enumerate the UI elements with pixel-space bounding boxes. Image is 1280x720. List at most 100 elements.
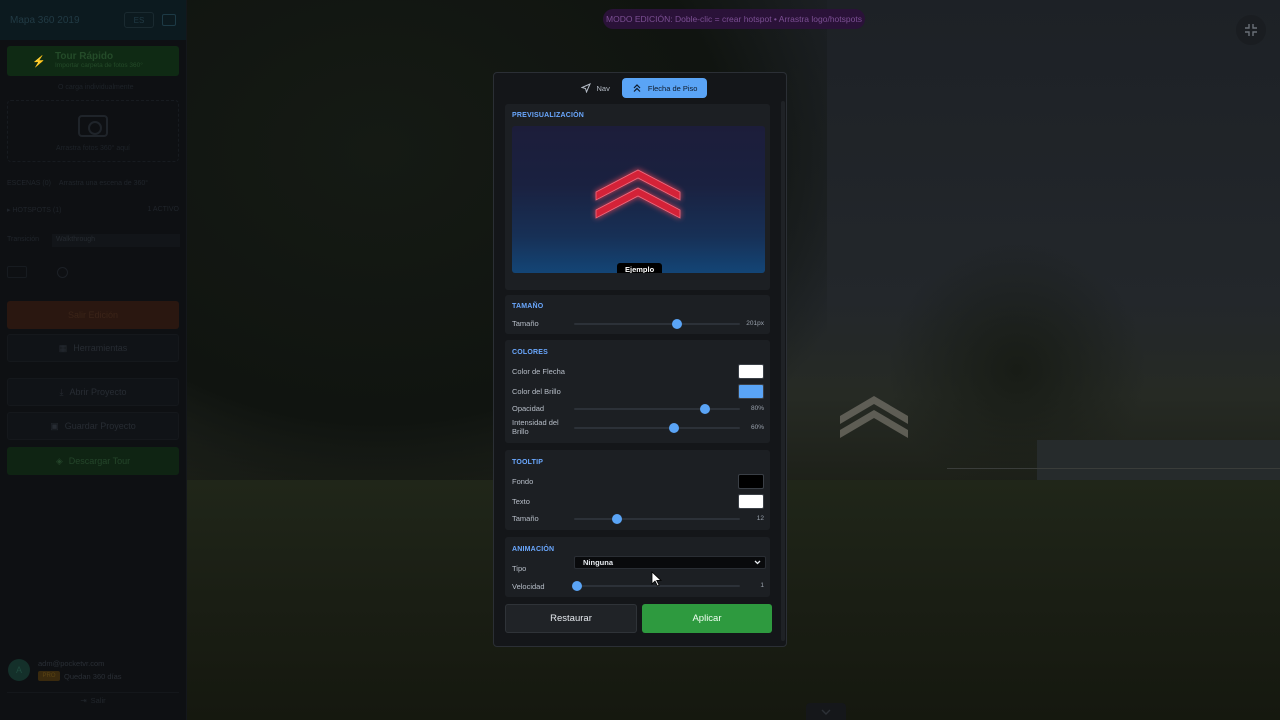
- sidebar-icon-row: [7, 266, 179, 280]
- edit-mode-banner: MODO EDICIÓN: Doble-clic = crear hotspot…: [603, 9, 865, 29]
- folder-hint: O carga individualmente: [58, 84, 134, 91]
- save-project-button[interactable]: ▣ Guardar Proyecto: [7, 412, 179, 440]
- intensity-slider-thumb[interactable]: [668, 423, 679, 433]
- intensity-label: Intensidad del Brillo: [512, 418, 559, 436]
- colors-title: COLORES: [512, 349, 549, 356]
- user-email: adm@pocketvr.com: [38, 659, 105, 668]
- tab-floor-arrow[interactable]: Flecha de Piso: [621, 78, 708, 98]
- tooltip-section: TOOLTIP Fondo Texto Tamaño 12: [505, 450, 770, 530]
- reset-button[interactable]: Restaurar: [505, 604, 637, 633]
- tooltip-bg-swatch[interactable]: [738, 474, 764, 489]
- arrow-preview: Ejemplo: [512, 126, 765, 273]
- mouse-cursor-icon: [651, 571, 663, 587]
- opacity-slider-thumb[interactable]: [700, 404, 711, 414]
- opacity-value: 80%: [750, 405, 764, 412]
- lightning-icon: ⚡: [32, 56, 46, 68]
- size-value: 201px: [746, 320, 764, 327]
- modal-scrollbar[interactable]: [781, 101, 785, 641]
- download-tour-label: Descargar Tour: [68, 456, 131, 466]
- scenes-header: ESCENAS (0) Arrastra una escena de 360°: [7, 180, 179, 187]
- colors-section: COLORES Color de Flecha Color del Brillo…: [505, 340, 770, 443]
- opacity-label: Opacidad: [512, 404, 545, 413]
- hotspots-header[interactable]: ▸ HOTSPOTS (1) 1 ACTIVO: [7, 206, 179, 214]
- navigation-icon: [580, 83, 591, 93]
- animation-speed-slider-thumb[interactable]: [572, 581, 583, 591]
- quick-tour-subtitle: Importar carpeta de fotos 360°: [55, 62, 143, 69]
- size-label: Tamaño: [512, 319, 539, 328]
- tools-label: Herramientas: [73, 343, 128, 353]
- tooltip-size-value: 12: [756, 515, 764, 522]
- animation-section: ANIMACIÓN Tipo Ninguna Velocidad 1: [505, 537, 770, 597]
- lock-icon[interactable]: [7, 266, 27, 278]
- animation-type-select[interactable]: Ninguna: [574, 556, 766, 569]
- preview-section: PREVISUALIZACIÓN Ejemplo: [505, 104, 770, 290]
- open-project-button[interactable]: ⤓ Abrir Proyecto: [7, 378, 179, 406]
- chevrons-up-icon: [633, 84, 641, 92]
- chevron-down-icon: [754, 560, 761, 565]
- tooltip-title: TOOLTIP: [512, 459, 544, 466]
- upload-dropzone[interactable]: Arrastra fotos 360° aquí: [7, 100, 179, 162]
- open-project-label: Abrir Proyecto: [69, 387, 127, 397]
- modal-tabs: Nav Flecha de Piso: [494, 73, 786, 99]
- save-project-label: Guardar Proyecto: [64, 421, 136, 431]
- tooltip-size-slider[interactable]: [574, 514, 740, 524]
- arrow-color-label: Color de Flecha: [512, 367, 565, 376]
- avatar: A: [8, 659, 30, 681]
- intensity-slider[interactable]: [574, 423, 740, 433]
- opacity-slider[interactable]: [574, 404, 740, 414]
- exit-edit-button[interactable]: Salir Edición: [7, 301, 179, 329]
- preview-tooltip: Ejemplo: [617, 263, 663, 273]
- tooltip-text-label: Texto: [512, 497, 530, 506]
- sidebar: Mapa 360 2019 ES ⚡ Tour Rápido Importar …: [0, 0, 187, 720]
- glow-color-label: Color del Brillo: [512, 387, 561, 396]
- hotspots-label: HOTSPOTS (1): [12, 207, 62, 214]
- grid-icon: ▦: [58, 342, 68, 353]
- days-remaining: Quedan 360 días: [64, 672, 122, 681]
- preview-title: PREVISUALIZACIÓN: [512, 112, 585, 119]
- animation-title: ANIMACIÓN: [512, 546, 555, 553]
- intensity-value: 60%: [750, 424, 764, 431]
- plan-badge: PRO: [38, 671, 60, 681]
- floor-arrow-hotspot[interactable]: [838, 392, 910, 438]
- tab-floor-arrow-label: Flecha de Piso: [647, 83, 698, 93]
- clock-icon[interactable]: [56, 267, 68, 278]
- tooltip-text-swatch[interactable]: [738, 494, 764, 509]
- size-slider[interactable]: [574, 319, 740, 329]
- info-icon[interactable]: [35, 266, 49, 278]
- collapse-icon[interactable]: [1236, 15, 1266, 45]
- tooltip-size-slider-thumb[interactable]: [612, 514, 623, 524]
- scenes-label: ESCENAS (0): [7, 180, 51, 187]
- panel-toggle-icon[interactable]: [162, 14, 176, 26]
- animation-type-label: Tipo: [512, 564, 527, 573]
- app-logo: Mapa 360 2019: [10, 14, 80, 26]
- animation-type-value: Ninguna: [583, 558, 613, 567]
- glow-color-swatch[interactable]: [738, 384, 764, 399]
- floor-arrow-settings-modal: Nav Flecha de Piso PREVISUALIZACIÓN Ejem…: [493, 72, 787, 647]
- tab-nav-label: Nav: [596, 83, 610, 93]
- language-select[interactable]: ES: [124, 12, 154, 28]
- apply-button[interactable]: Aplicar: [642, 604, 772, 633]
- logout-label: Salir: [90, 696, 106, 705]
- animation-speed-label: Velocidad: [512, 582, 545, 591]
- download-tour-button[interactable]: ◈ Descargar Tour: [7, 447, 179, 475]
- animation-speed-value: 1: [760, 582, 764, 589]
- quick-tour-button[interactable]: ⚡ Tour Rápido Importar carpeta de fotos …: [7, 46, 179, 76]
- logout-button[interactable]: ⇥ Salir: [7, 692, 179, 708]
- panorama-fence: [947, 468, 1280, 469]
- size-slider-thumb[interactable]: [671, 319, 682, 329]
- chevron-down-icon[interactable]: [806, 703, 846, 720]
- save-icon: ▣: [50, 420, 59, 431]
- logout-icon: ⇥: [80, 696, 87, 705]
- tooltip-size-label: Tamaño: [512, 514, 539, 523]
- arrow-color-swatch[interactable]: [738, 364, 764, 379]
- tab-nav[interactable]: Nav: [573, 78, 618, 98]
- upload-label: Arrastra fotos 360° aquí: [55, 145, 130, 152]
- download-icon: ⤓: [59, 386, 64, 397]
- transition-select[interactable]: Walkthrough: [52, 234, 180, 247]
- tools-button[interactable]: ▦ Herramientas: [7, 334, 179, 362]
- scenes-hint: Arrastra una escena de 360°: [58, 180, 149, 187]
- package-icon: ◈: [55, 455, 63, 466]
- tooltip-bg-label: Fondo: [512, 477, 534, 486]
- preview-arrow: [595, 169, 681, 219]
- user-info: A adm@pocketvr.com PRO Quedan 360 días: [7, 657, 179, 685]
